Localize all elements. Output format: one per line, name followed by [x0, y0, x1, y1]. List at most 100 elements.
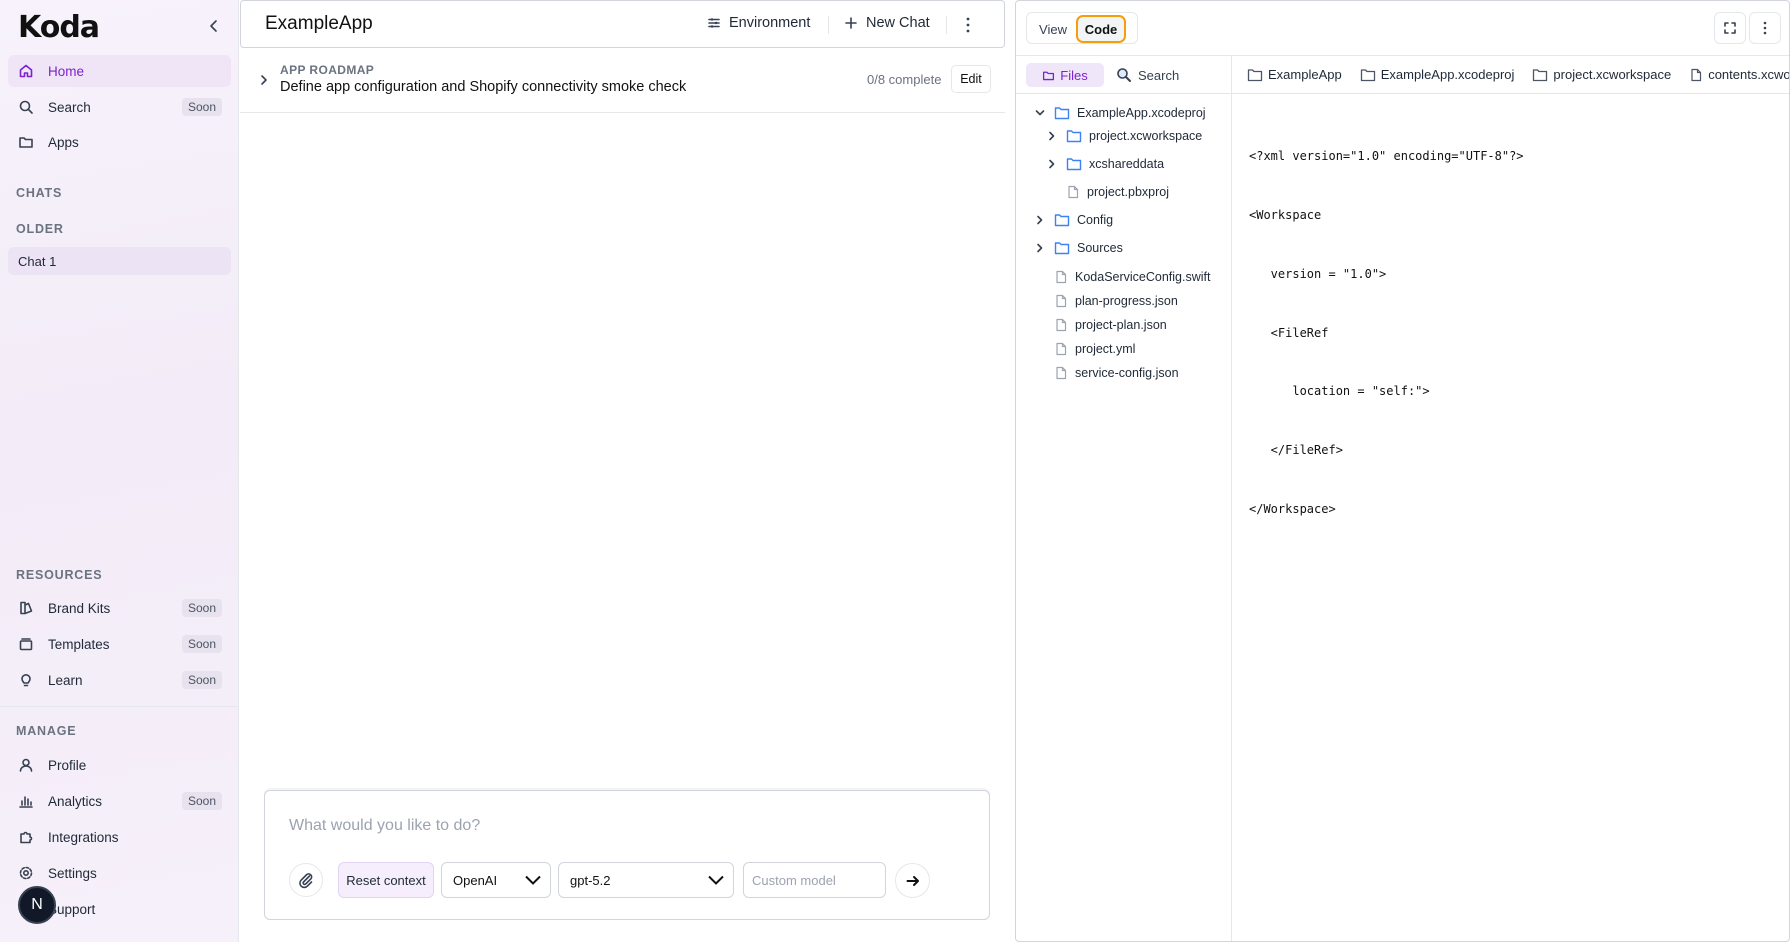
folder-icon: [17, 133, 35, 151]
sidebar-item-label: Brand Kits: [48, 600, 111, 616]
tree-folder-project-xcworkspace[interactable]: project.xcworkspace: [1046, 125, 1202, 147]
chevron-right-icon: [1049, 159, 1055, 169]
code-line: </Workspace>: [1249, 501, 1336, 516]
file-icon: [1056, 294, 1067, 308]
file-icon: [1056, 366, 1067, 380]
reset-context-button[interactable]: Reset context: [338, 862, 434, 898]
code-line: version = "1.0">: [1249, 266, 1387, 281]
environment-button[interactable]: Environment: [707, 15, 810, 31]
tree-file-project-plan[interactable]: project-plan.json: [1054, 314, 1167, 336]
sidebar-item-profile[interactable]: Profile: [8, 749, 231, 781]
tree-folder-examplexcodeproj[interactable]: ExampleApp.xcodeproj: [1034, 102, 1206, 124]
paperclip-icon: [299, 873, 313, 889]
more-vertical-icon: [1763, 21, 1767, 35]
breadcrumb-item[interactable]: ExampleApp.xcodeproj: [1360, 67, 1514, 82]
custom-model-input[interactable]: Custom model: [743, 862, 886, 898]
sidebar-item-label: Apps: [48, 134, 79, 150]
tree-file-kodaserviceconfig[interactable]: KodaServiceConfig.swift: [1054, 266, 1210, 288]
analytics-icon: [17, 792, 35, 810]
code-line: </FileRef>: [1249, 443, 1343, 458]
tree-file-project-yml[interactable]: project.yml: [1054, 338, 1135, 360]
tree-folder-config[interactable]: Config: [1034, 209, 1113, 231]
sidebar-item-apps[interactable]: Apps: [8, 126, 231, 158]
gear-icon: [17, 864, 35, 882]
search-tab-label: Search: [1138, 67, 1180, 83]
folder-icon: [1247, 68, 1263, 81]
soon-badge: Soon: [181, 635, 222, 653]
code-line: <?xml version="1.0" encoding="UTF-8"?>: [1249, 149, 1524, 164]
folder-icon: [1054, 214, 1070, 227]
file-tree: ExampleApp.xcodeproj project.xcworkspace…: [1016, 94, 1232, 941]
chats-heading: CHATS: [16, 186, 63, 200]
file-icon: [1056, 342, 1067, 356]
tree-label: project.pbxproj: [1087, 185, 1169, 199]
chevron-down-icon: [525, 875, 541, 885]
user-icon: [17, 756, 35, 774]
roadmap-title: Define app configuration and Shopify con…: [280, 79, 687, 95]
user-avatar[interactable]: N: [18, 886, 56, 924]
sidebar-item-label: Integrations: [48, 829, 119, 845]
sidebar-item-search[interactable]: Search Soon: [8, 91, 231, 123]
sidebar-item-templates[interactable]: Templates Soon: [8, 628, 231, 660]
chevron-down-icon: [708, 875, 724, 885]
code-viewer[interactable]: <?xml version="1.0" encoding="UTF-8"?> <…: [1249, 108, 1524, 559]
fullscreen-button[interactable]: [1714, 12, 1746, 44]
provider-select[interactable]: OpenAI: [441, 862, 551, 898]
tree-file-service-config[interactable]: service-config.json: [1054, 362, 1179, 384]
sidebar-item-label: Search: [48, 99, 91, 115]
tree-folder-xcshareddata[interactable]: xcshareddata: [1046, 153, 1164, 175]
folder-icon: [1066, 158, 1082, 171]
model-select[interactable]: gpt-5.2: [558, 862, 734, 898]
send-button[interactable]: [895, 863, 930, 898]
chat-list-item[interactable]: Chat 1: [8, 247, 231, 275]
chat-main: ExampleApp Environment New Chat APP ROAD…: [240, 0, 1005, 942]
breadcrumb-item[interactable]: project.xcworkspace: [1532, 67, 1671, 82]
breadcrumb-item[interactable]: ExampleApp: [1247, 67, 1342, 82]
tree-folder-sources[interactable]: Sources: [1034, 237, 1123, 259]
view-tab[interactable]: View: [1033, 17, 1073, 41]
tree-file-project-pbxproj[interactable]: project.pbxproj: [1066, 181, 1169, 203]
sidebar-item-integrations[interactable]: Integrations: [8, 821, 231, 853]
sidebar-item-label: Profile: [48, 757, 87, 773]
tree-label: project.yml: [1075, 342, 1136, 356]
sidebar-item-home[interactable]: Home: [8, 55, 231, 87]
composer: What would you like to do? Reset context…: [264, 790, 990, 920]
edit-roadmap-button[interactable]: Edit: [951, 65, 991, 93]
panel-more-button[interactable]: [1749, 12, 1781, 44]
prompt-input[interactable]: What would you like to do?: [289, 817, 480, 835]
sidebar-item-brand-kits[interactable]: Brand Kits Soon: [8, 592, 231, 624]
sidebar-item-learn[interactable]: Learn Soon: [8, 664, 231, 696]
tree-label: project.xcworkspace: [1089, 129, 1203, 143]
puzzle-icon: [17, 828, 35, 846]
tree-label: KodaServiceConfig.swift: [1075, 270, 1211, 284]
folder-icon: [1043, 71, 1055, 80]
code-line: <FileRef: [1249, 325, 1329, 340]
tree-label: plan-progress.json: [1075, 294, 1178, 308]
app-title: ExampleApp: [265, 13, 373, 34]
chevron-right-icon: [1049, 131, 1055, 141]
chevron-left-icon: [210, 20, 217, 32]
attach-button[interactable]: [289, 863, 323, 897]
chevron-right-icon: [1037, 243, 1043, 253]
sidebar-item-analytics[interactable]: Analytics Soon: [8, 785, 231, 817]
sidebar-item-settings[interactable]: Settings: [8, 857, 231, 889]
provider-value: OpenAI: [453, 872, 498, 888]
files-tab-label: Files: [1060, 67, 1088, 83]
code-line: location = "self:">: [1249, 384, 1430, 399]
breadcrumb-label: ExampleApp: [1268, 67, 1342, 82]
search-tab[interactable]: Search: [1116, 63, 1179, 87]
collapse-sidebar-button[interactable]: [206, 18, 222, 34]
file-icon: [1068, 185, 1079, 199]
expand-roadmap-chevron[interactable]: [258, 73, 270, 87]
tree-file-plan-progress[interactable]: plan-progress.json: [1054, 290, 1178, 312]
sidebar-item-label: Analytics: [48, 793, 103, 809]
model-value: gpt-5.2: [570, 872, 611, 888]
lightbulb-icon: [17, 671, 35, 689]
more-menu-button[interactable]: [960, 16, 976, 34]
folder-icon: [1533, 68, 1548, 81]
breadcrumb-item[interactable]: contents.xcworkspacedata: [1689, 67, 1789, 82]
code-line: <Workspace: [1249, 207, 1322, 222]
files-tab[interactable]: Files: [1026, 63, 1104, 87]
new-chat-button[interactable]: New Chat: [844, 15, 930, 31]
code-tab[interactable]: Code: [1076, 15, 1126, 43]
